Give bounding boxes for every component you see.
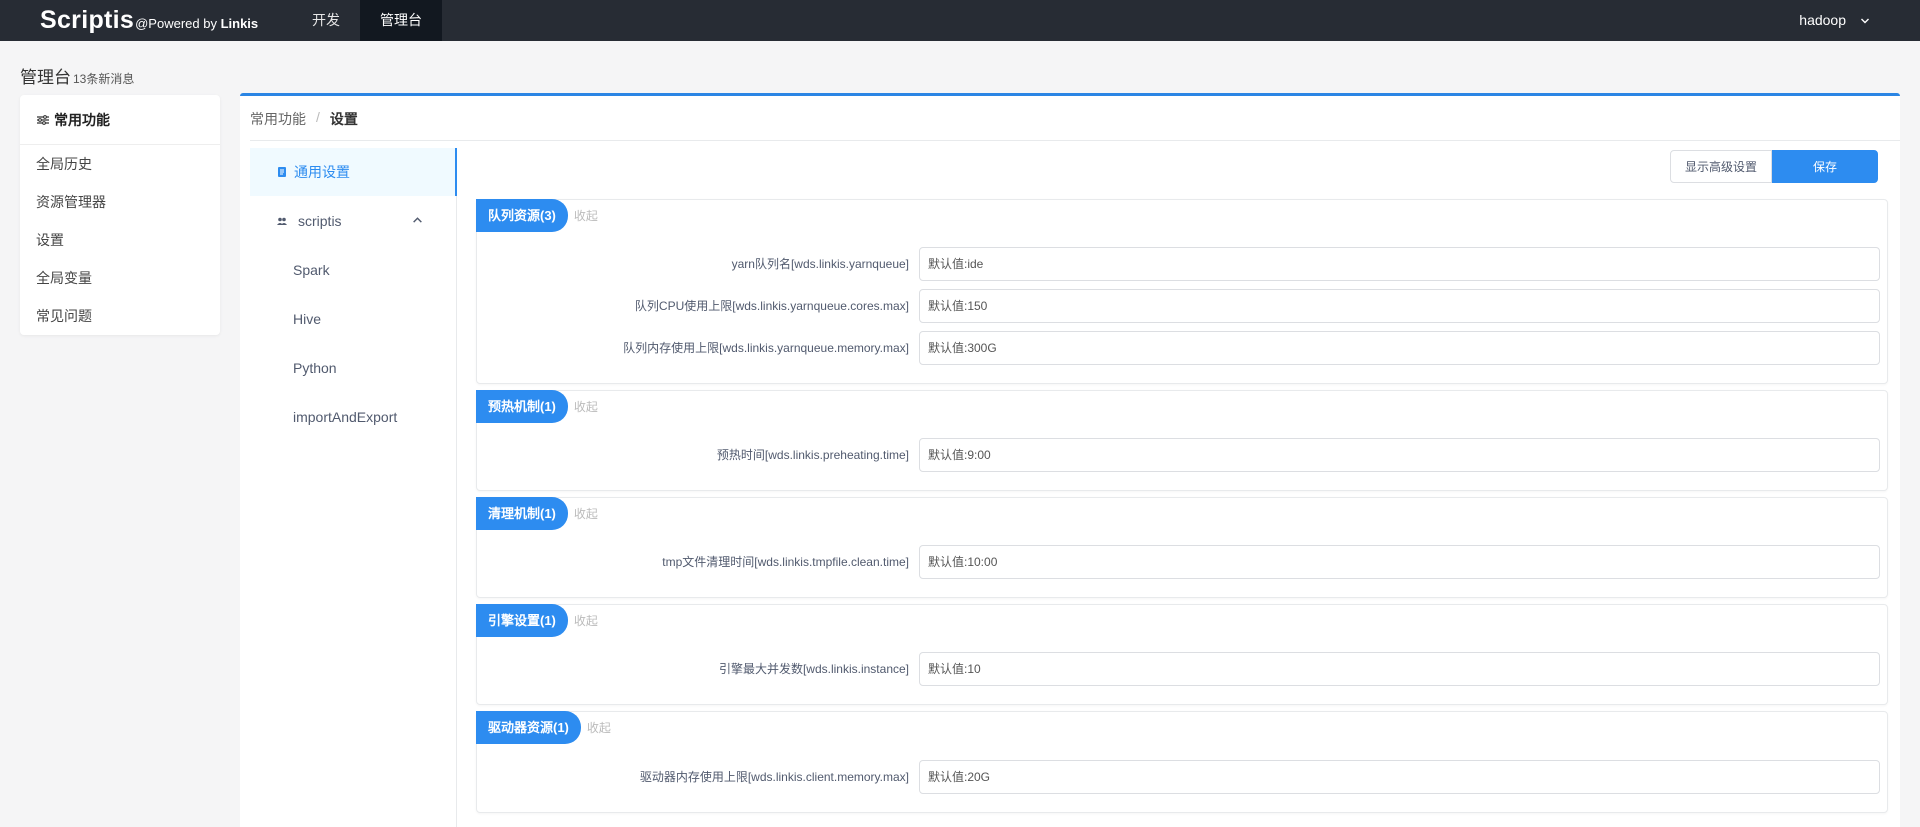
breadcrumb-parent[interactable]: 常用功能 <box>250 109 306 129</box>
field-label: 引擎最大并发数[wds.linkis.instance] <box>718 662 909 676</box>
settings-section-engine: 引擎设置(1) 收起 引擎最大并发数[wds.linkis.instance] <box>476 604 1888 705</box>
settings-section-cleanup: 清理机制(1) 收起 tmp文件清理时间[wds.linkis.tmpfile.… <box>476 497 1888 598</box>
collapse-link[interactable]: 收起 <box>574 398 598 415</box>
left-menu-item-history[interactable]: 全局历史 <box>20 145 220 183</box>
section-title: 驱动器资源(1) <box>476 711 581 744</box>
tmpfile-clean-time-input[interactable] <box>919 545 1880 579</box>
form-row: 队列CPU使用上限[wds.linkis.yarnqueue.cores.max… <box>477 289 1889 323</box>
brand-subtitle: @Powered by Linkis <box>135 16 259 31</box>
breadcrumb-current: 设置 <box>329 111 358 127</box>
field-label: 预热时间[wds.linkis.preheating.time] <box>716 448 909 462</box>
form-row: 队列内存使用上限[wds.linkis.yarnqueue.memory.max… <box>477 331 1889 365</box>
submenu-item-python[interactable]: Python <box>250 344 457 393</box>
section-header: 预热机制(1) 收起 <box>476 390 598 423</box>
left-menu-item-resource-manager[interactable]: 资源管理器 <box>20 183 220 221</box>
save-button[interactable]: 保存 <box>1772 150 1878 183</box>
breadcrumb: 常用功能 / 设置 <box>250 109 358 129</box>
section-title: 预热机制(1) <box>476 390 568 423</box>
settings-submenu: 通用设置 scriptis Spark Hive Python importAn… <box>250 148 457 827</box>
yarn-queue-input[interactable] <box>919 247 1880 281</box>
queue-cpu-max-input[interactable] <box>919 289 1880 323</box>
section-header: 清理机制(1) 收起 <box>476 497 598 530</box>
submenu-group-label: scriptis <box>298 213 342 229</box>
engine-instance-input[interactable] <box>919 652 1880 686</box>
field-label: tmp文件清理时间[wds.linkis.tmpfile.clean.time] <box>662 555 909 569</box>
submenu-group-scriptis[interactable]: scriptis <box>250 196 457 246</box>
form-row: yarn队列名[wds.linkis.yarnqueue] <box>477 247 1889 281</box>
form-row: 驱动器内存使用上限[wds.linkis.client.memory.max] <box>477 760 1889 794</box>
breadcrumb-separator: / <box>316 109 320 125</box>
collapse-link[interactable]: 收起 <box>574 207 598 224</box>
section-title: 清理机制(1) <box>476 497 568 530</box>
username: hadoop <box>1799 12 1846 28</box>
left-menu-item-global-vars[interactable]: 全局变量 <box>20 259 220 297</box>
submenu-item-hive[interactable]: Hive <box>250 295 457 344</box>
collapse-link[interactable]: 收起 <box>587 719 611 736</box>
user-menu[interactable]: hadoop <box>1799 0 1870 41</box>
field-label: 驱动器内存使用上限[wds.linkis.client.memory.max] <box>639 770 909 784</box>
field-label: 队列CPU使用上限[wds.linkis.yarnqueue.cores.max… <box>634 299 909 313</box>
message-count[interactable]: 13条新消息 <box>73 70 134 87</box>
section-title: 队列资源(3) <box>476 199 568 232</box>
document-icon <box>278 167 286 177</box>
client-memory-max-input[interactable] <box>919 760 1880 794</box>
submenu-item-label: 通用设置 <box>294 164 350 180</box>
page-title: 管理台 13条新消息 <box>20 63 134 88</box>
nav-tab-develop[interactable]: 开发 <box>292 0 360 41</box>
collapse-link[interactable]: 收起 <box>574 612 598 629</box>
submenu-item-import-export[interactable]: importAndExport <box>250 393 457 442</box>
section-header: 引擎设置(1) 收起 <box>476 604 598 637</box>
section-title: 引擎设置(1) <box>476 604 568 637</box>
left-menu-header: 常用功能 <box>20 95 220 145</box>
form-row: 预热时间[wds.linkis.preheating.time] <box>477 438 1889 472</box>
section-header: 驱动器资源(1) 收起 <box>476 711 611 744</box>
settings-section-queue: 队列资源(3) 收起 yarn队列名[wds.linkis.yarnqueue]… <box>476 199 1888 384</box>
sliders-icon <box>37 114 49 125</box>
left-menu-item-settings[interactable]: 设置 <box>20 221 220 259</box>
left-menu: 常用功能 全局历史 资源管理器 设置 全局变量 常见问题 <box>20 95 220 335</box>
page-title-text: 管理台 <box>20 68 71 87</box>
section-header: 队列资源(3) 收起 <box>476 199 598 232</box>
brand-name: Scriptis <box>40 6 135 34</box>
preheating-time-input[interactable] <box>919 438 1880 472</box>
users-icon <box>277 217 287 225</box>
show-advanced-button[interactable]: 显示高级设置 <box>1670 150 1772 183</box>
submenu-item-spark[interactable]: Spark <box>250 246 457 295</box>
top-navbar: Scriptis @Powered by Linkis 开发 管理台 hadoo… <box>0 0 1920 41</box>
collapse-link[interactable]: 收起 <box>574 505 598 522</box>
field-label: yarn队列名[wds.linkis.yarnqueue] <box>731 257 909 271</box>
divider <box>250 140 1900 141</box>
settings-section-preheating: 预热机制(1) 收起 预热时间[wds.linkis.preheating.ti… <box>476 390 1888 491</box>
left-menu-title: 常用功能 <box>54 111 110 128</box>
brand-logo[interactable]: Scriptis @Powered by Linkis <box>40 6 258 35</box>
nav-tab-console[interactable]: 管理台 <box>360 0 442 41</box>
form-row: 引擎最大并发数[wds.linkis.instance] <box>477 652 1889 686</box>
submenu-item-general-settings[interactable]: 通用设置 <box>250 148 457 196</box>
main-panel: 常用功能 / 设置 通用设置 scriptis Spark Hive Pytho… <box>240 93 1900 827</box>
chevron-up-icon <box>413 217 422 223</box>
form-row: tmp文件清理时间[wds.linkis.tmpfile.clean.time] <box>477 545 1889 579</box>
chevron-down-icon <box>1861 18 1869 23</box>
settings-section-driver: 驱动器资源(1) 收起 驱动器内存使用上限[wds.linkis.client.… <box>476 711 1888 813</box>
queue-memory-max-input[interactable] <box>919 331 1880 365</box>
field-label: 队列内存使用上限[wds.linkis.yarnqueue.memory.max… <box>623 341 909 355</box>
left-menu-item-faq[interactable]: 常见问题 <box>20 297 220 335</box>
